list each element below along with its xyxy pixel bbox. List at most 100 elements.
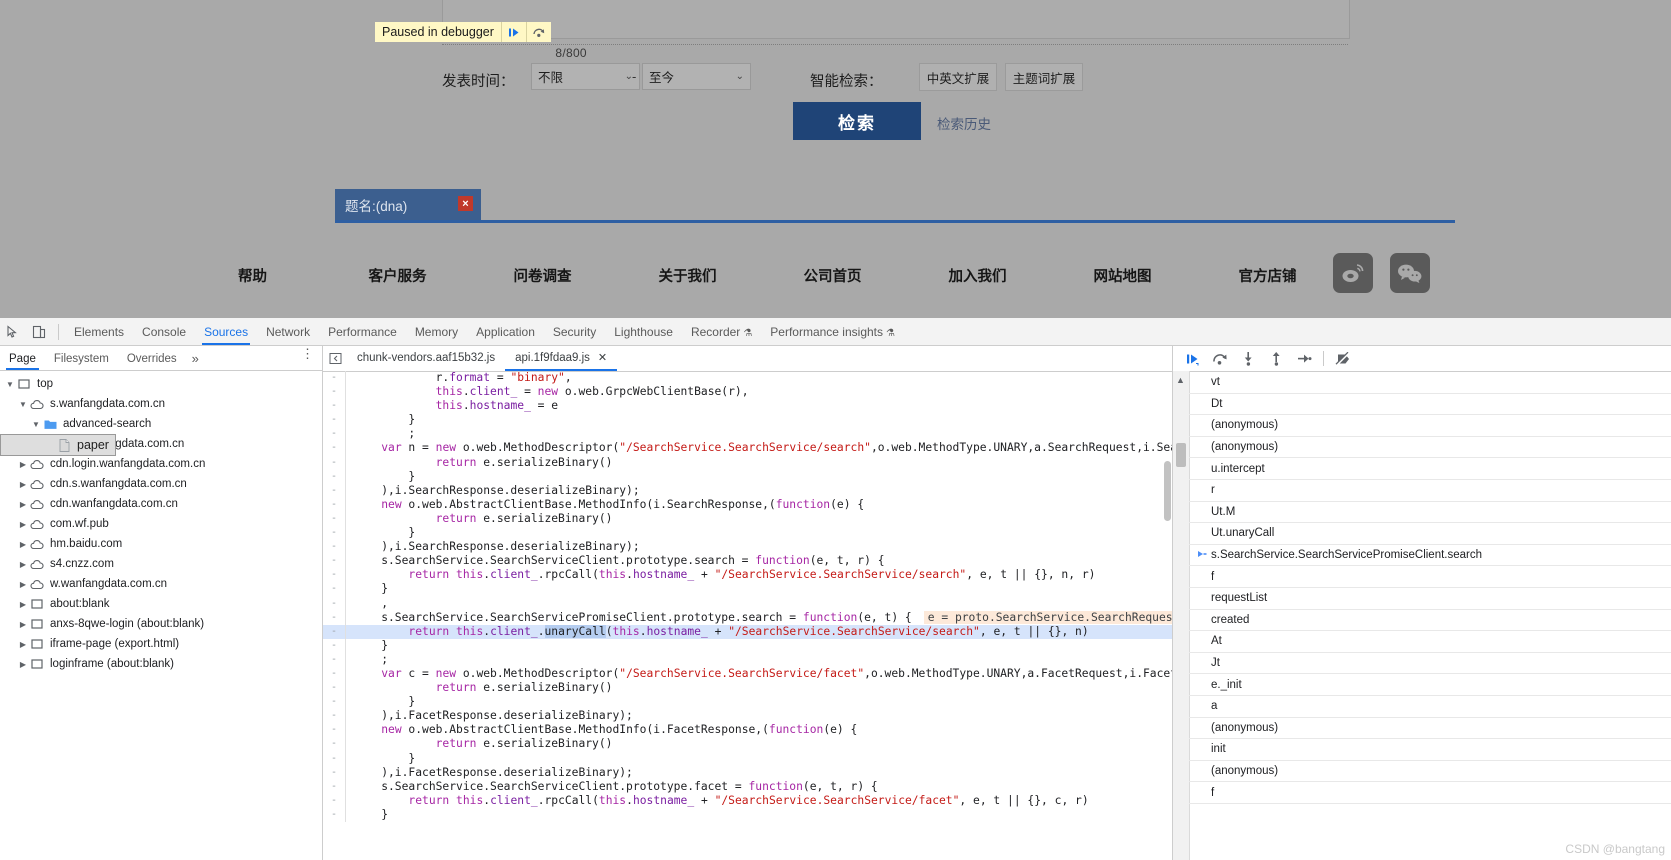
code-line[interactable]: - var c = new o.web.MethodDescriptor("/S… xyxy=(323,666,1172,682)
call-stack-frame[interactable]: (anonymous) xyxy=(1189,761,1671,783)
line-gutter[interactable]: - xyxy=(323,667,345,681)
file-tree-item[interactable]: ▶ s4.cnzz.com xyxy=(0,554,322,574)
call-stack-frame-current[interactable]: s.SearchService.SearchServicePromiseClie… xyxy=(1189,545,1671,567)
code-line[interactable]: - } xyxy=(323,695,1172,710)
twisty-icon[interactable]: ▼ xyxy=(30,420,42,429)
line-gutter[interactable]: - xyxy=(323,752,345,766)
resume-icon[interactable] xyxy=(500,22,526,42)
twisty-icon[interactable]: ▶ xyxy=(17,660,29,669)
call-stack-frame[interactable]: requestList xyxy=(1189,588,1671,610)
footer-link-company-home[interactable]: 公司首页 xyxy=(760,265,905,286)
inspect-element-icon[interactable] xyxy=(0,319,26,345)
tab-application[interactable]: Application xyxy=(467,319,544,345)
code-line[interactable]: - this.client_ = new o.web.GrpcWebClient… xyxy=(323,385,1172,400)
scroll-up-icon[interactable]: ▲ xyxy=(1176,375,1185,385)
line-gutter[interactable]: - xyxy=(323,441,345,455)
line-gutter[interactable]: - xyxy=(323,780,345,794)
nav-tab-overrides[interactable]: Overrides xyxy=(118,347,186,370)
line-gutter[interactable]: - xyxy=(323,526,345,540)
file-tree-item[interactable]: ▶ cdn.wanfangdata.com.cn xyxy=(0,494,322,514)
step-over-icon[interactable] xyxy=(525,22,551,42)
call-stack-scrollbar[interactable]: ▲ xyxy=(1173,371,1190,860)
line-gutter[interactable]: - xyxy=(323,639,345,653)
file-tree-item[interactable]: ▼ top xyxy=(0,374,322,394)
show-navigator-icon[interactable] xyxy=(323,352,347,365)
footer-link-help[interactable]: 帮助 xyxy=(180,265,325,286)
twisty-icon[interactable]: ▶ xyxy=(17,640,29,649)
line-gutter[interactable]: - xyxy=(323,794,345,808)
file-tree-item[interactable]: ▶ about:blank xyxy=(0,594,322,614)
footer-link-about-us[interactable]: 关于我们 xyxy=(615,265,760,286)
line-gutter[interactable]: - xyxy=(323,611,345,625)
call-stack-frame[interactable]: f xyxy=(1189,566,1671,588)
nav-tab-filesystem[interactable]: Filesystem xyxy=(45,347,118,370)
call-stack-frame[interactable]: At xyxy=(1189,631,1671,653)
code-line[interactable]: - return e.serializeBinary() xyxy=(323,511,1172,527)
code-line[interactable]: - } xyxy=(323,413,1172,428)
footer-link-sitemap[interactable]: 网站地图 xyxy=(1050,265,1195,286)
scrollbar-thumb[interactable] xyxy=(1176,443,1186,467)
line-gutter[interactable]: - xyxy=(323,512,345,526)
nav-tab-page[interactable]: Page xyxy=(0,347,45,370)
tab-network[interactable]: Network xyxy=(257,319,319,345)
line-gutter[interactable]: - xyxy=(323,498,345,512)
file-tree-item[interactable]: ▼ s.wanfangdata.com.cn xyxy=(0,394,322,414)
twisty-icon[interactable]: ▶ xyxy=(17,600,29,609)
line-gutter[interactable]: - xyxy=(323,709,345,723)
call-stack-frame[interactable]: (anonymous) xyxy=(1189,437,1671,459)
line-gutter[interactable]: - xyxy=(323,399,345,413)
twisty-icon[interactable]: ▶ xyxy=(17,540,29,549)
file-tree-item[interactable]: ▼ advanced-search xyxy=(0,414,322,434)
code-line[interactable]: - ),i.SearchResponse.deserializeBinary); xyxy=(323,483,1172,498)
step-out-icon[interactable] xyxy=(1263,347,1289,371)
file-tree-item[interactable]: ▶ anxs-8qwe-login (about:blank) xyxy=(0,614,322,634)
twisty-icon[interactable]: ▼ xyxy=(4,380,16,389)
footer-link-customer-service[interactable]: 客户服务 xyxy=(325,265,470,286)
code-line[interactable]: - return e.serializeBinary() xyxy=(323,455,1172,470)
code-line[interactable]: - } xyxy=(323,582,1172,597)
code-line[interactable]: - } xyxy=(323,751,1172,766)
file-tree-item[interactable]: ▶ hm.baidu.com xyxy=(0,534,322,554)
twisty-icon[interactable]: ▼ xyxy=(17,400,29,409)
step-over-icon[interactable] xyxy=(1207,347,1233,371)
code-line[interactable]: - r.format = "binary", xyxy=(323,371,1172,386)
line-gutter[interactable]: - xyxy=(323,371,345,385)
code-line[interactable]: - new o.web.AbstractClientBase.MethodInf… xyxy=(323,497,1172,512)
twisty-icon[interactable]: ▶ xyxy=(17,580,29,589)
file-tree-item[interactable]: ▶ w.wanfangdata.com.cn xyxy=(0,574,322,594)
step-into-icon[interactable] xyxy=(1235,347,1261,371)
deactivate-breakpoints-icon[interactable] xyxy=(1330,347,1356,371)
tab-elements[interactable]: Elements xyxy=(65,319,133,345)
call-stack-frame[interactable]: f xyxy=(1189,782,1671,804)
code-line[interactable]: - } xyxy=(323,807,1172,822)
editor-tab-api[interactable]: api.1f9fdaa9.js ✕ xyxy=(505,347,618,371)
code-line[interactable]: - return this.client_.rpcCall(this.hostn… xyxy=(323,793,1172,808)
tab-performance-insights[interactable]: Performance insights ⚗ xyxy=(761,319,904,345)
subject-expand-button[interactable]: 主题词扩展 xyxy=(1005,63,1083,91)
code-line[interactable]: - } xyxy=(323,469,1172,484)
code-line[interactable]: - s.SearchService.SearchServicePromiseCl… xyxy=(323,610,1172,625)
twisty-icon[interactable]: ▶ xyxy=(17,500,29,509)
line-gutter[interactable]: - xyxy=(323,554,345,568)
twisty-icon[interactable]: ▶ xyxy=(17,620,29,629)
call-stack-frame[interactable]: u.intercept xyxy=(1189,458,1671,480)
file-tree-item[interactable]: ▶ com.wf.pub xyxy=(0,514,322,534)
line-gutter[interactable]: - xyxy=(323,681,345,695)
code-view[interactable]: - r.format = "binary", - this.client_ = n… xyxy=(323,371,1172,860)
call-stack-frame[interactable]: (anonymous) xyxy=(1189,718,1671,740)
tab-lighthouse[interactable]: Lighthouse xyxy=(605,319,682,345)
code-line[interactable]: - } xyxy=(323,638,1172,653)
call-stack-frame[interactable]: (anonymous) xyxy=(1189,415,1671,437)
code-line[interactable]: - return this.client_.rpcCall(this.hostn… xyxy=(323,568,1172,583)
code-line[interactable]: - s.SearchService.SearchServiceClient.pr… xyxy=(323,779,1172,794)
line-gutter[interactable]: - xyxy=(323,695,345,709)
cn-en-expand-button[interactable]: 中英文扩展 xyxy=(919,63,997,91)
close-icon[interactable]: × xyxy=(458,196,473,211)
line-gutter[interactable]: - xyxy=(323,582,345,596)
date-to-select[interactable]: 至今 ⌄ xyxy=(642,63,751,90)
code-line[interactable]: - return e.serializeBinary() xyxy=(323,681,1172,696)
file-tree-item[interactable]: ▶ iframe-page (export.html) xyxy=(0,634,322,654)
tab-sources[interactable]: Sources xyxy=(195,319,257,345)
twisty-icon[interactable]: ▶ xyxy=(17,520,29,529)
footer-link-survey[interactable]: 问卷调查 xyxy=(470,265,615,286)
